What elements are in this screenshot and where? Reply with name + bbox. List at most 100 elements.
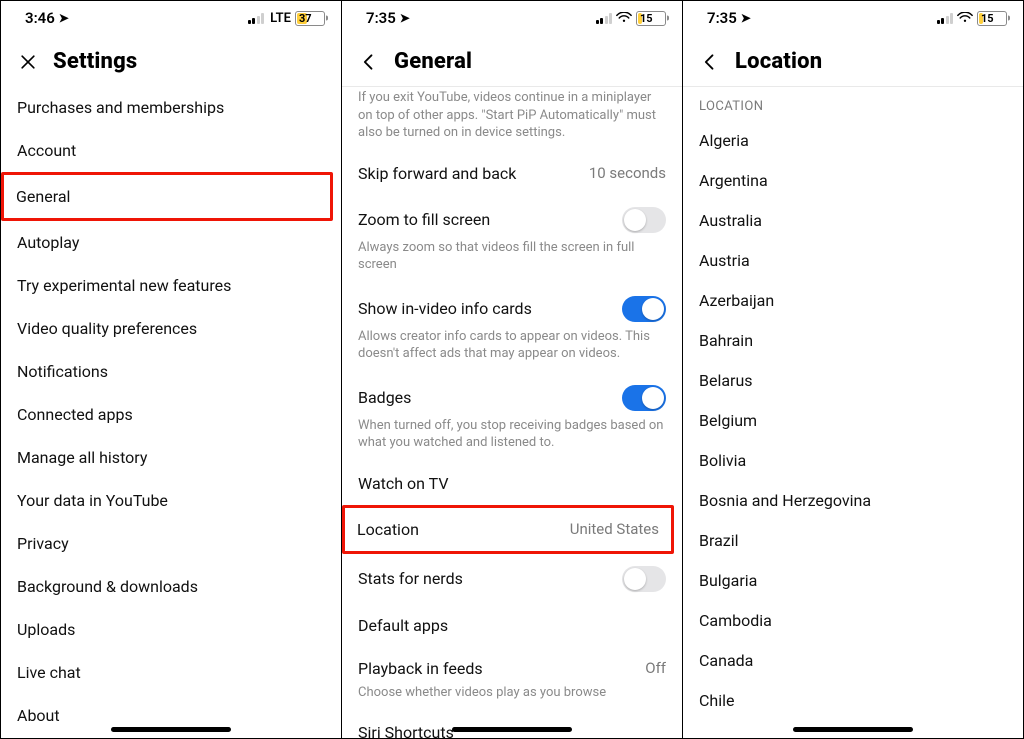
toggle-info-cards[interactable] xyxy=(622,296,666,322)
row-value: United States xyxy=(570,520,659,538)
home-indicator xyxy=(452,727,572,732)
settings-item-manage-all-history[interactable]: Manage all history xyxy=(1,436,341,479)
settings-item-notifications[interactable]: Notifications xyxy=(1,350,341,393)
country-item-bahrain[interactable]: Bahrain xyxy=(683,320,1023,360)
row-value: Off xyxy=(645,659,666,677)
row-value: 10 seconds xyxy=(589,164,666,182)
country-label: Algeria xyxy=(699,131,749,150)
wifi-icon xyxy=(957,12,973,24)
settings-item-general[interactable]: General xyxy=(1,172,333,221)
settings-item-label: Connected apps xyxy=(17,405,133,424)
general-list: If you exit YouTube, videos continue in … xyxy=(342,87,682,738)
row-label: Badges xyxy=(358,388,411,407)
country-item-chile[interactable]: Chile xyxy=(683,680,1023,720)
settings-item-label: About xyxy=(17,706,60,725)
settings-item-label: Autoplay xyxy=(17,233,79,252)
toggle-zoom[interactable] xyxy=(622,207,666,233)
country-item-cambodia[interactable]: Cambodia xyxy=(683,600,1023,640)
location-services-icon: ➤ xyxy=(59,11,69,25)
country-item-belarus[interactable]: Belarus xyxy=(683,360,1023,400)
toggle-badges[interactable] xyxy=(622,385,666,411)
row-label: Location xyxy=(357,520,419,539)
settings-item-label: Manage all history xyxy=(17,448,147,467)
settings-item-connected-apps[interactable]: Connected apps xyxy=(1,393,341,436)
location-services-icon: ➤ xyxy=(741,11,751,25)
settings-item-label: Live chat xyxy=(17,663,81,682)
zoom-description: Always zoom so that videos fill the scre… xyxy=(342,239,682,284)
settings-item-live-chat[interactable]: Live chat xyxy=(1,651,341,694)
status-bar: 7:35 ➤ 15 xyxy=(342,1,682,35)
settings-item-label: Notifications xyxy=(17,362,108,381)
back-icon[interactable] xyxy=(358,51,380,73)
country-item-belgium[interactable]: Belgium xyxy=(683,400,1023,440)
country-item-argentina[interactable]: Argentina xyxy=(683,160,1023,200)
settings-item-uploads[interactable]: Uploads xyxy=(1,608,341,651)
battery-icon: 15 xyxy=(636,11,666,26)
network-label: LTE xyxy=(270,11,291,26)
row-label: Watch on TV xyxy=(358,474,449,493)
country-item-bolivia[interactable]: Bolivia xyxy=(683,440,1023,480)
row-label: Siri Shortcuts xyxy=(358,723,454,738)
country-item-bulgaria[interactable]: Bulgaria xyxy=(683,560,1023,600)
settings-item-background-downloads[interactable]: Background & downloads xyxy=(1,565,341,608)
settings-item-account[interactable]: Account xyxy=(1,129,341,172)
row-stats-for-nerds[interactable]: Stats for nerds xyxy=(342,554,682,604)
location-services-icon: ➤ xyxy=(400,11,410,25)
settings-item-your-data-in-youtube[interactable]: Your data in YouTube xyxy=(1,479,341,522)
settings-item-privacy[interactable]: Privacy xyxy=(1,522,341,565)
settings-item-autoplay[interactable]: Autoplay xyxy=(1,221,341,264)
row-label: Zoom to fill screen xyxy=(358,210,490,229)
row-zoom-to-fill[interactable]: Zoom to fill screen xyxy=(342,195,682,245)
row-location[interactable]: Location United States xyxy=(342,505,674,554)
settings-item-label: Uploads xyxy=(17,620,75,639)
cellular-strength-icon xyxy=(248,13,265,24)
settings-item-purchases-and-memberships[interactable]: Purchases and memberships xyxy=(1,86,341,129)
status-bar: 3:46 ➤ LTE 37 xyxy=(1,1,341,35)
close-icon[interactable] xyxy=(17,51,39,73)
country-label: Bolivia xyxy=(699,451,746,470)
settings-item-label: Try experimental new features xyxy=(17,276,231,295)
country-label: Bosnia and Herzegovina xyxy=(699,491,871,510)
row-badges[interactable]: Badges xyxy=(342,373,682,423)
country-label: Bulgaria xyxy=(699,571,757,590)
back-icon[interactable] xyxy=(699,51,721,73)
country-label: Bahrain xyxy=(699,331,753,350)
country-label: Belarus xyxy=(699,371,753,390)
country-label: Azerbaijan xyxy=(699,291,774,310)
page-title: Settings xyxy=(53,49,137,74)
wifi-icon xyxy=(616,12,632,24)
row-skip-forward-back[interactable]: Skip forward and back 10 seconds xyxy=(342,152,682,195)
country-item-azerbaijan[interactable]: Azerbaijan xyxy=(683,280,1023,320)
row-siri-shortcuts[interactable]: Siri Shortcuts xyxy=(342,711,682,738)
screen-settings: 3:46 ➤ LTE 37 Settings Purchases and mem… xyxy=(1,1,342,738)
settings-item-label: Privacy xyxy=(17,534,69,553)
row-label: Stats for nerds xyxy=(358,569,463,588)
page-title: Location xyxy=(735,49,822,74)
settings-item-try-experimental-new-features[interactable]: Try experimental new features xyxy=(1,264,341,307)
country-label: Chile xyxy=(699,691,735,710)
country-item-austria[interactable]: Austria xyxy=(683,240,1023,280)
row-label: Skip forward and back xyxy=(358,164,516,183)
settings-header: Settings xyxy=(1,35,341,86)
country-label: Canada xyxy=(699,651,753,670)
playback-description: Choose whether videos play as you browse xyxy=(342,684,682,712)
row-watch-on-tv[interactable]: Watch on TV xyxy=(342,462,682,505)
settings-item-label: Your data in YouTube xyxy=(17,491,168,510)
row-default-apps[interactable]: Default apps xyxy=(342,604,682,647)
country-item-australia[interactable]: Australia xyxy=(683,200,1023,240)
settings-item-video-quality-preferences[interactable]: Video quality preferences xyxy=(1,307,341,350)
toggle-stats-for-nerds[interactable] xyxy=(622,566,666,592)
row-info-cards[interactable]: Show in-video info cards xyxy=(342,284,682,334)
settings-item-label: Account xyxy=(17,141,76,160)
status-time: 3:46 xyxy=(25,9,55,27)
location-section-header: LOCATION xyxy=(683,87,1023,120)
settings-item-label: Background & downloads xyxy=(17,577,198,596)
country-item-canada[interactable]: Canada xyxy=(683,640,1023,680)
country-item-brazil[interactable]: Brazil xyxy=(683,520,1023,560)
info-cards-description: Allows creator info cards to appear on v… xyxy=(342,328,682,373)
settings-item-label: Purchases and memberships xyxy=(17,98,224,117)
country-item-bosnia-and-herzegovina[interactable]: Bosnia and Herzegovina xyxy=(683,480,1023,520)
country-label: Belgium xyxy=(699,411,757,430)
country-item-algeria[interactable]: Algeria xyxy=(683,120,1023,160)
location-list: LOCATION Algeria ArgentinaAustraliaAustri… xyxy=(683,87,1023,738)
